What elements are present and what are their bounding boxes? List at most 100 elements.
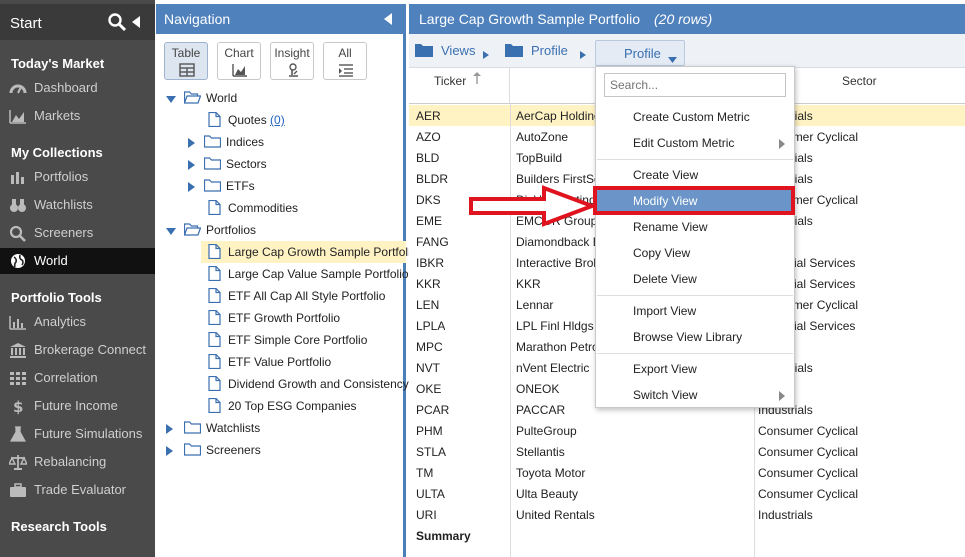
tree-label-text: Screeners: [206, 443, 261, 457]
document-icon: [206, 397, 223, 414]
tab-chart[interactable]: Chart: [217, 42, 261, 80]
menu-item-label: Switch View: [633, 388, 698, 402]
table-row[interactable]: PHM PulteGroup Consumer Cyclical: [409, 420, 965, 441]
tree-label-text: ETF Growth Portfolio: [228, 311, 341, 325]
bar-chart-icon: [9, 169, 26, 185]
menu-item-export-view[interactable]: Export View: [597, 357, 793, 381]
summary-row: Summary: [409, 525, 965, 546]
tree-folder[interactable]: Watchlists: [156, 417, 406, 439]
table-row[interactable]: TM Toyota Motor Consumer Cyclical: [409, 462, 965, 483]
menu-item-browse-view-library[interactable]: Browse View Library: [597, 325, 793, 349]
svg-text:$: $: [13, 398, 23, 415]
quotes-count-link[interactable]: (0): [270, 113, 285, 127]
tree-item-label: Indices: [226, 135, 264, 149]
caret-right-icon[interactable]: [166, 423, 174, 434]
sidebar-section-title: Research Tools: [11, 519, 107, 534]
document-icon: [206, 199, 223, 216]
search-icon: [9, 225, 26, 242]
sidebar-item-rebalancing[interactable]: Rebalancing: [0, 449, 155, 475]
tree-item[interactable]: ETF Value Portfolio: [156, 351, 406, 373]
tree-folder[interactable]: Indices: [156, 131, 406, 153]
sidebar-item-brokerage-connect[interactable]: Brokerage Connect: [0, 337, 155, 363]
caret-right-icon[interactable]: [166, 445, 174, 456]
table-row[interactable]: ULTA Ulta Beauty Consumer Cyclical: [409, 483, 965, 504]
menu-item-label: Export View: [633, 362, 697, 376]
caret-right-icon[interactable]: [188, 159, 196, 170]
tree-label-text: ETF All Cap All Style Portfolio: [228, 289, 386, 303]
tree-item[interactable]: ETF All Cap All Style Portfolio: [156, 285, 406, 307]
table-row[interactable]: STLA Stellantis Consumer Cyclical: [409, 441, 965, 462]
sidebar-item-label: World: [34, 253, 68, 268]
search-icon[interactable]: [107, 12, 127, 32]
menu-item-rename-view[interactable]: Rename View: [597, 215, 793, 239]
folder-icon: [505, 43, 523, 57]
collapse-sidebar-icon[interactable]: [131, 16, 141, 28]
tree-item[interactable]: Quotes (0): [156, 109, 406, 131]
sidebar-item-markets[interactable]: Markets: [0, 103, 155, 129]
sidebar-item-trade-evaluator[interactable]: Trade Evaluator: [0, 477, 155, 503]
tree-item[interactable]: Large Cap Value Sample Portfolio: [156, 263, 409, 285]
breadcrumb-views-label: Views: [441, 43, 476, 58]
sidebar-item-correlation[interactable]: Correlation: [0, 365, 155, 391]
caret-down-icon[interactable]: [166, 225, 176, 235]
sidebar-item-analytics[interactable]: Analytics: [0, 309, 155, 335]
ticker-cell: AZO: [416, 130, 441, 144]
tab-table[interactable]: Table: [164, 42, 208, 80]
menu-item-create-view[interactable]: Create View: [597, 163, 793, 187]
ticker-cell: PHM: [416, 424, 443, 438]
caret-right-icon[interactable]: [188, 137, 196, 148]
tab-label: Table: [171, 46, 201, 60]
start-label[interactable]: Start: [10, 15, 42, 32]
tree-folder[interactable]: World: [156, 87, 406, 109]
collapse-navigation-icon[interactable]: [384, 13, 392, 25]
tree-folder[interactable]: Screeners: [156, 439, 406, 461]
menu-search-input[interactable]: [604, 73, 786, 97]
sector-cell: Industrials: [758, 508, 813, 522]
menu-item-import-view[interactable]: Import View: [597, 299, 793, 323]
sidebar-item-world[interactable]: World: [0, 248, 155, 274]
sort-ascending-icon[interactable]: [473, 72, 481, 87]
tree-item[interactable]: 20 Top ESG Companies: [156, 395, 406, 417]
menu-item-switch-view[interactable]: Switch View: [597, 383, 793, 407]
ticker-cell: DKS: [416, 193, 441, 207]
folder-icon: [183, 420, 202, 435]
table-row[interactable]: URI United Rentals Industrials: [409, 504, 965, 525]
breadcrumb-views[interactable]: Views: [415, 42, 495, 60]
menu-item-edit-custom-metric[interactable]: Edit Custom Metric: [597, 131, 793, 155]
sector-cell: Consumer Cyclical: [758, 424, 859, 438]
tree-item[interactable]: Dividend Growth and Consistency: [156, 373, 409, 395]
column-divider: [510, 104, 511, 557]
breadcrumb-profile[interactable]: Profile: [505, 42, 590, 60]
menu-item-create-custom-metric[interactable]: Create Custom Metric: [597, 105, 793, 129]
sidebar-item-future-income[interactable]: $ Future Income: [0, 393, 155, 419]
caret-down-icon[interactable]: [166, 93, 176, 103]
list-indent-icon: [338, 63, 354, 77]
sidebar-item-dashboard[interactable]: Dashboard: [0, 75, 155, 101]
name-cell: United Rentals: [516, 508, 595, 522]
sidebar-item-watchlists[interactable]: Watchlists: [0, 192, 155, 218]
tree-item[interactable]: ETF Simple Core Portfolio: [156, 329, 406, 351]
document-icon: [206, 111, 223, 128]
document-icon: [206, 353, 223, 370]
tree-folder[interactable]: ETFs: [156, 175, 406, 197]
menu-item-copy-view[interactable]: Copy View: [597, 241, 793, 265]
tree-label-text: 20 Top ESG Companies: [228, 399, 357, 413]
sidebar-item-portfolios[interactable]: Portfolios: [0, 164, 155, 190]
tree-label-text: Large Cap Value Sample Portfolio: [228, 267, 409, 281]
tree-item[interactable]: Commodities: [156, 197, 406, 219]
sidebar-item-future-simulations[interactable]: Future Simulations: [0, 421, 155, 447]
menu-item-delete-view[interactable]: Delete View: [597, 267, 793, 291]
tree-folder[interactable]: Portfolios: [156, 219, 406, 241]
column-header-ticker[interactable]: Ticker: [409, 68, 510, 104]
sidebar-item-screeners[interactable]: Screeners: [0, 220, 155, 246]
menu-item-label: Create View: [633, 168, 699, 182]
tab-insight[interactable]: Insight: [270, 42, 314, 80]
ticker-header-label: Ticker: [434, 74, 467, 88]
tree-item-label: ETF Growth Portfolio: [228, 311, 340, 325]
tree-folder[interactable]: Sectors: [156, 153, 406, 175]
tree-item[interactable]: Large Cap Growth Sample Portfolio: [201, 241, 417, 263]
tab-all[interactable]: All: [323, 42, 367, 80]
tree-item[interactable]: ETF Growth Portfolio: [156, 307, 406, 329]
caret-right-icon[interactable]: [188, 181, 196, 192]
profile-dropdown-button[interactable]: Profile: [595, 40, 685, 66]
